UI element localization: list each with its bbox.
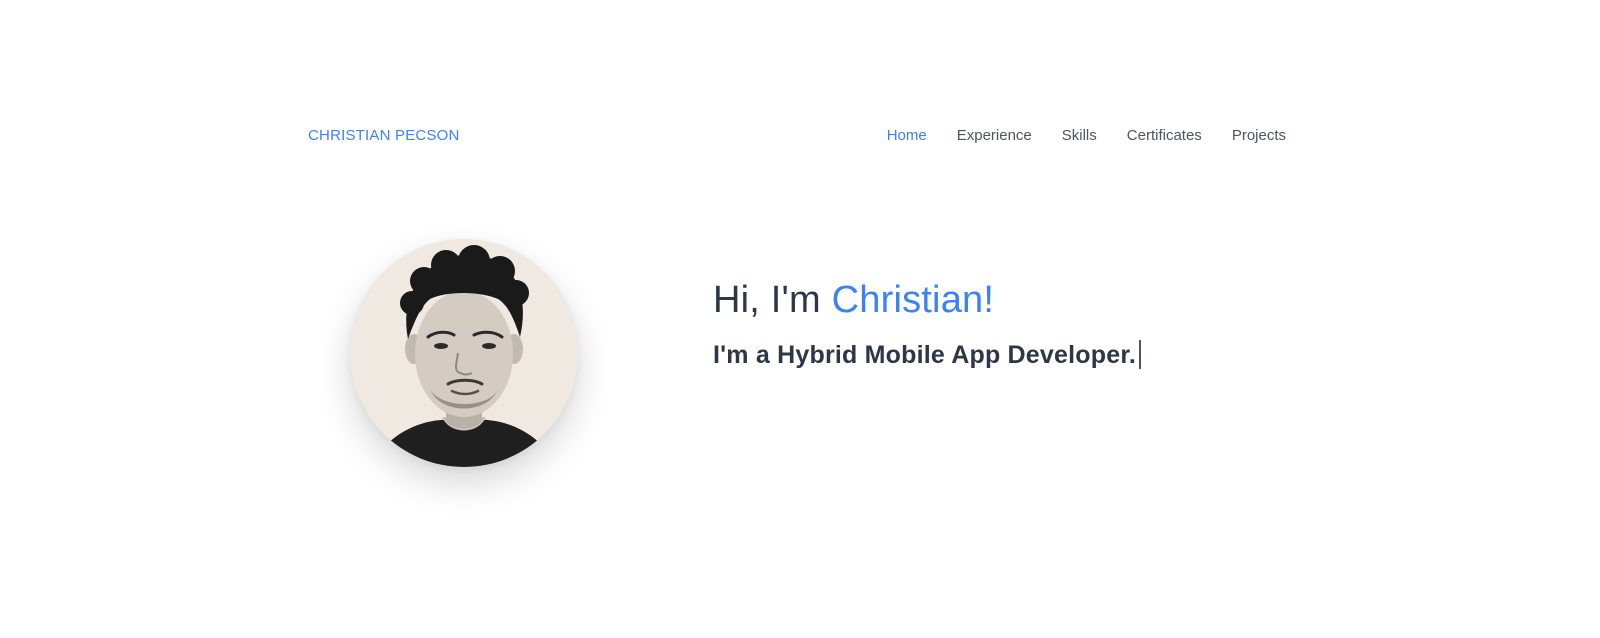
hero-tagline: I'm a Hybrid Mobile App Developer. [713,340,1142,370]
profile-avatar [350,239,578,467]
hero-name: Christian! [831,279,995,321]
profile-photo-icon [350,239,578,467]
hero-section: Hi, I'm Christian! I'm a Hybrid Mobile A… [713,278,1142,370]
nav-projects[interactable]: Projects [1232,127,1286,144]
hero-title: Hi, I'm Christian! [713,278,1141,324]
nav-home[interactable]: Home [887,127,927,144]
hero-greeting: Hi, I'm [713,279,832,321]
brand-logo[interactable]: CHRISTIAN PECSON [308,127,460,144]
main-nav: Home Experience Skills Certificates Proj… [887,127,1286,144]
nav-skills[interactable]: Skills [1062,127,1097,144]
hero-tagline-text: I'm a Hybrid Mobile App Developer. [713,340,1137,369]
typing-cursor [1139,340,1142,370]
nav-experience[interactable]: Experience [957,127,1032,144]
page: CHRISTIAN PECSON Home Experience Skills … [0,0,1600,638]
nav-certificates[interactable]: Certificates [1127,127,1202,144]
